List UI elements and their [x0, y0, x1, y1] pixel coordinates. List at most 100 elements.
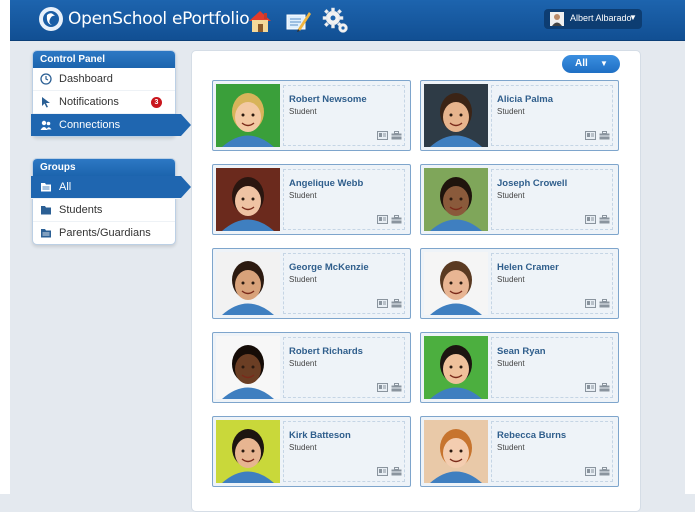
photo-face: [443, 354, 469, 384]
id-card-icon[interactable]: [585, 131, 596, 140]
photo-eye: [251, 113, 255, 117]
chevron-down-icon: ▼: [629, 13, 637, 22]
student-photo: [216, 168, 280, 231]
photo-eye: [459, 365, 463, 369]
id-card-icon[interactable]: [377, 215, 388, 224]
id-card-icon[interactable]: [585, 215, 596, 224]
photo-eye: [241, 365, 245, 369]
student-role: Student: [497, 107, 525, 116]
groups-panel-title: Groups: [33, 159, 175, 176]
sidebar-item-notifications[interactable]: Notifications 3: [33, 91, 175, 114]
id-card-icon[interactable]: [585, 299, 596, 308]
logo-icon: [39, 7, 63, 31]
student-role: Student: [497, 359, 525, 368]
photo-eye: [459, 113, 463, 117]
portfolio-briefcase-icon[interactable]: [391, 299, 402, 308]
student-card[interactable]: Kirk Batteson Student: [212, 416, 411, 487]
photo-eye: [251, 281, 255, 285]
student-name[interactable]: Helen Cramer: [497, 262, 559, 273]
student-role: Student: [497, 191, 525, 200]
photo-face: [235, 354, 261, 384]
settings-gear-icon[interactable]: [322, 7, 350, 35]
group-item-label: Parents/Guardians: [59, 227, 151, 239]
photo-eye: [251, 449, 255, 453]
user-name: Albert Albarado: [570, 13, 632, 23]
portfolio-briefcase-icon[interactable]: [599, 467, 610, 476]
student-card[interactable]: Joseph Crowell Student: [420, 164, 619, 235]
filter-dropdown[interactable]: All ▼: [562, 55, 620, 73]
group-item-label: All: [59, 181, 72, 193]
user-menu-button[interactable]: Albert Albarado ▼: [544, 9, 642, 29]
student-name[interactable]: Alicia Palma: [497, 94, 553, 105]
photo-eye: [449, 281, 453, 285]
filter-dropdown-label: All: [575, 58, 588, 69]
id-card-icon[interactable]: [377, 383, 388, 392]
student-card[interactable]: Alicia Palma Student: [420, 80, 619, 151]
page-frame-left: [0, 0, 10, 494]
folder-icon: [41, 206, 51, 215]
student-name[interactable]: Robert Richards: [289, 346, 363, 357]
student-card[interactable]: Angelique Webb Student: [212, 164, 411, 235]
page-frame-right: [685, 0, 695, 494]
folder-icon: [41, 229, 51, 238]
student-photo: [216, 336, 280, 399]
notification-count-badge: 3: [151, 97, 162, 108]
photo-eye: [241, 281, 245, 285]
group-item-all[interactable]: All: [31, 176, 191, 199]
id-card-icon[interactable]: [377, 131, 388, 140]
folder-icon: [41, 183, 51, 192]
connections-content: All ▼ Robert Newsome Student Alicia Palma S…: [191, 50, 641, 512]
edit-icon[interactable]: [284, 7, 312, 35]
student-name[interactable]: Joseph Crowell: [497, 178, 567, 189]
photo-face: [443, 270, 469, 300]
group-item-parents-guardians[interactable]: Parents/Guardians: [33, 222, 175, 244]
photo-face: [235, 270, 261, 300]
portfolio-briefcase-icon[interactable]: [599, 299, 610, 308]
student-name[interactable]: Robert Newsome: [289, 94, 367, 105]
student-photo: [216, 252, 280, 315]
portfolio-briefcase-icon[interactable]: [599, 383, 610, 392]
photo-face: [235, 438, 261, 468]
student-role: Student: [497, 443, 525, 452]
portfolio-briefcase-icon[interactable]: [391, 215, 402, 224]
user-avatar: [550, 12, 564, 26]
sidebar-item-connections[interactable]: Connections: [31, 114, 191, 136]
student-name[interactable]: Rebecca Burns: [497, 430, 566, 441]
id-card-icon[interactable]: [585, 467, 596, 476]
sidebar-item-label: Notifications: [59, 96, 119, 108]
photo-face: [443, 438, 469, 468]
photo-eye: [459, 197, 463, 201]
photo-face: [235, 186, 261, 216]
portfolio-briefcase-icon[interactable]: [391, 383, 402, 392]
student-photo: [424, 252, 488, 315]
student-role: Student: [497, 275, 525, 284]
home-icon[interactable]: [246, 7, 274, 35]
clock-icon: [40, 73, 52, 85]
group-item-students[interactable]: Students: [33, 199, 175, 222]
photo-face: [443, 102, 469, 132]
student-name[interactable]: Sean Ryan: [497, 346, 546, 357]
student-name[interactable]: George McKenzie: [289, 262, 369, 273]
portfolio-briefcase-icon[interactable]: [391, 467, 402, 476]
student-card[interactable]: George McKenzie Student: [212, 248, 411, 319]
id-card-icon[interactable]: [585, 383, 596, 392]
student-card[interactable]: Rebecca Burns Student: [420, 416, 619, 487]
sidebar-item-dashboard[interactable]: Dashboard: [33, 68, 175, 91]
student-role: Student: [289, 191, 317, 200]
student-card[interactable]: Helen Cramer Student: [420, 248, 619, 319]
photo-eye: [241, 197, 245, 201]
student-name[interactable]: Angelique Webb: [289, 178, 363, 189]
portfolio-briefcase-icon[interactable]: [599, 215, 610, 224]
groups-panel: Groups All Students Parents/Guardians: [31, 158, 191, 245]
control-panel-title: Control Panel: [33, 51, 175, 68]
student-card[interactable]: Sean Ryan Student: [420, 332, 619, 403]
student-role: Student: [289, 107, 317, 116]
student-name[interactable]: Kirk Batteson: [289, 430, 351, 441]
id-card-icon[interactable]: [377, 299, 388, 308]
student-card[interactable]: Robert Richards Student: [212, 332, 411, 403]
id-card-icon[interactable]: [377, 467, 388, 476]
portfolio-briefcase-icon[interactable]: [599, 131, 610, 140]
app-title: OpenSchool ePortfolio: [68, 9, 250, 29]
portfolio-briefcase-icon[interactable]: [391, 131, 402, 140]
student-card[interactable]: Robert Newsome Student: [212, 80, 411, 151]
